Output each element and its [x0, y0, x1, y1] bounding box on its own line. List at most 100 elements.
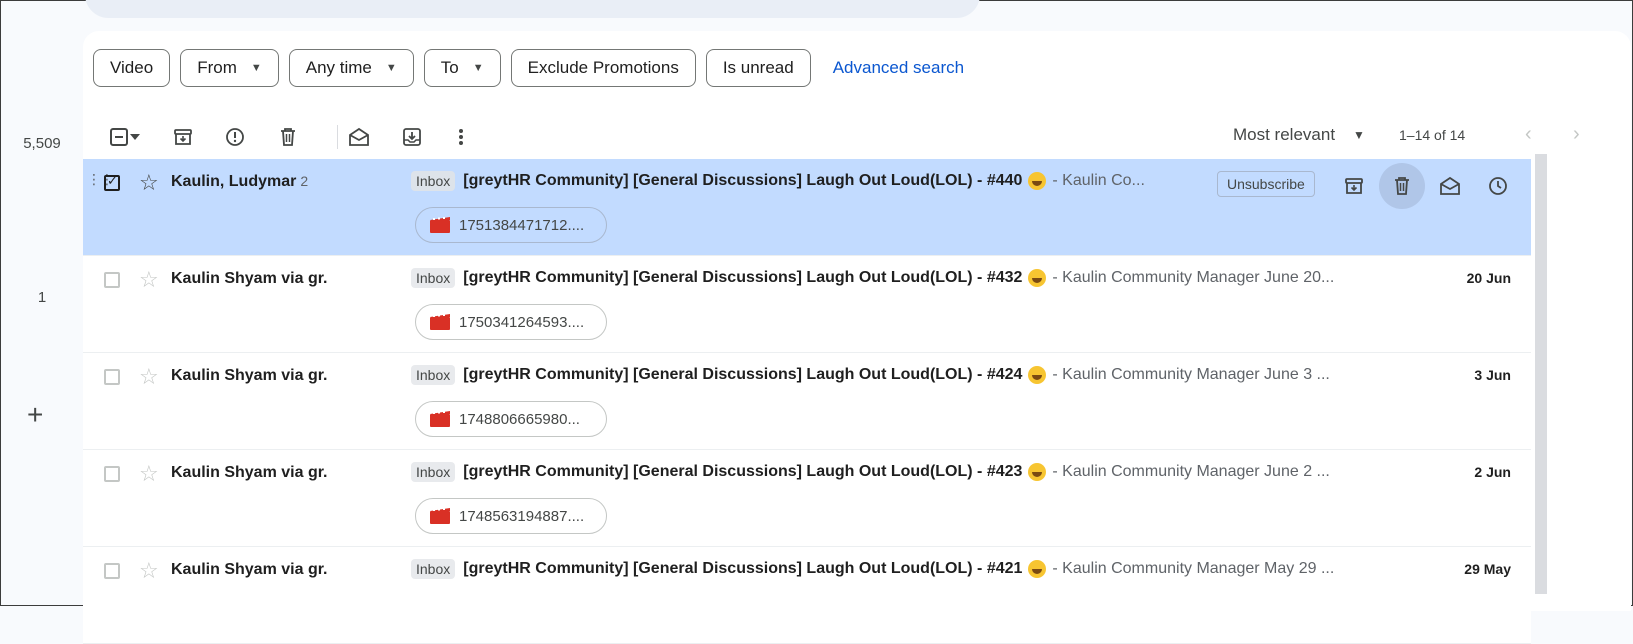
- chevron-right-icon[interactable]: ›: [1573, 123, 1580, 146]
- caret-down-icon: ▼: [250, 62, 262, 74]
- filter-chip-exclude-promotions[interactable]: Exclude Promotions: [510, 49, 696, 87]
- email-row[interactable]: ☆ Kaulin Shyam via gr. Inbox [greytHR Co…: [83, 547, 1531, 644]
- attachment-chip[interactable]: 1751384471712....: [415, 207, 607, 243]
- video-file-icon: [430, 217, 450, 233]
- left-rail: 5,509 1 +: [1, 1, 83, 607]
- sender-name: Kaulin Shyam via gr.: [171, 367, 328, 384]
- email-list: ⋮⋮ ✓ ☆ Kaulin, Ludymar 2 Inbox [greytHR C…: [83, 159, 1531, 644]
- email-snippet: - Kaulin Community Manager May 29 ...: [1052, 560, 1335, 577]
- grinning-face-emoji-icon: [1028, 463, 1047, 481]
- chevron-left-icon[interactable]: ‹: [1525, 123, 1532, 146]
- chip-label: Video: [110, 58, 154, 77]
- email-snippet: - Kaulin Community Manager June 3 ...: [1052, 366, 1330, 383]
- create-label-icon[interactable]: +: [27, 401, 43, 429]
- attachment-chip[interactable]: 1748806665980...: [415, 401, 607, 437]
- advanced-search-link[interactable]: Advanced search: [833, 58, 964, 78]
- sender-name: Kaulin, Ludymar 2: [171, 173, 308, 191]
- chip-label: To: [440, 58, 459, 77]
- pagination-range: 1–14 of 14: [1399, 127, 1466, 143]
- filter-chip-from[interactable]: From ▼: [180, 49, 279, 87]
- email-snippet: - Kaulin Community Manager June 2 ...: [1052, 463, 1330, 480]
- mark-as-read-icon[interactable]: [1427, 163, 1473, 209]
- attachment-name: 1750341264593....: [459, 313, 585, 331]
- attachment-name: 1748563194887....: [459, 507, 585, 525]
- star-icon[interactable]: ☆: [139, 170, 159, 196]
- filter-chip-to[interactable]: To ▼: [423, 49, 501, 87]
- row-checkbox[interactable]: ✓: [104, 173, 120, 191]
- email-date: 29 May: [1464, 561, 1511, 577]
- rail-count-label: 1: [37, 289, 47, 306]
- video-file-icon: [430, 411, 450, 427]
- thread-count: 2: [300, 173, 309, 189]
- sort-label: Most relevant: [1233, 125, 1336, 144]
- delete-icon[interactable]: [1379, 163, 1425, 209]
- email-row[interactable]: ⋮⋮ ✓ ☆ Kaulin, Ludymar 2 Inbox [greytHR C…: [83, 159, 1531, 256]
- delete-icon[interactable]: [268, 113, 308, 161]
- chip-label: Exclude Promotions: [527, 58, 679, 77]
- star-icon[interactable]: ☆: [139, 267, 159, 293]
- email-subject: [greytHR Community] [General Discussions…: [463, 366, 1023, 383]
- subject-line: Inbox [greytHR Community] [General Discu…: [411, 559, 1334, 579]
- attachment-name: 1748806665980...: [459, 410, 580, 428]
- chip-label: Any time: [305, 58, 372, 77]
- video-file-icon: [430, 508, 450, 524]
- sender-name: Kaulin Shyam via gr.: [171, 270, 328, 287]
- inbox-label-badge[interactable]: Inbox: [411, 559, 456, 579]
- row-checkbox[interactable]: [104, 272, 120, 288]
- chip-label: From: [197, 58, 237, 77]
- search-filter-chips: Video From ▼ Any time ▼ To ▼ Exclude Promot…: [93, 49, 964, 87]
- sender-name: Kaulin Shyam via gr.: [171, 464, 328, 481]
- attachment-chip[interactable]: 1750341264593....: [415, 304, 607, 340]
- archive-icon[interactable]: [163, 113, 203, 161]
- attachment-chip[interactable]: 1748563194887....: [415, 498, 607, 534]
- star-icon[interactable]: ☆: [139, 364, 159, 390]
- filter-chip-video[interactable]: Video: [93, 49, 171, 87]
- search-bar[interactable]: [85, 0, 980, 18]
- filter-chip-any-time[interactable]: Any time ▼: [288, 49, 414, 87]
- sort-dropdown[interactable]: Most relevant ▼: [1233, 125, 1365, 145]
- grinning-face-emoji-icon: [1028, 560, 1047, 578]
- email-date: 2 Jun: [1474, 464, 1511, 480]
- check-icon: ✓: [107, 173, 118, 188]
- email-date: 3 Jun: [1474, 367, 1511, 383]
- email-row[interactable]: ☆ Kaulin Shyam via gr. Inbox [greytHR Co…: [83, 450, 1531, 547]
- mark-as-read-icon[interactable]: [339, 113, 379, 161]
- inbox-label-badge[interactable]: Inbox: [411, 462, 456, 482]
- more-options-icon[interactable]: [441, 113, 481, 161]
- email-subject: [greytHR Community] [General Discussions…: [463, 269, 1023, 286]
- unsubscribe-button[interactable]: Unsubscribe: [1217, 171, 1315, 197]
- drag-handle-icon[interactable]: ⋮⋮: [87, 172, 114, 186]
- subject-line: Inbox [greytHR Community] [General Discu…: [411, 365, 1330, 385]
- caret-down-icon: ▼: [1353, 128, 1365, 142]
- email-date: 20 Jun: [1466, 270, 1511, 286]
- subject-line: Inbox [greytHR Community] [General Discu…: [411, 171, 1145, 191]
- email-row[interactable]: ☆ Kaulin Shyam via gr. Inbox [greytHR Co…: [83, 353, 1531, 450]
- select-menu-caret-icon[interactable]: [123, 113, 147, 161]
- row-checkbox[interactable]: [104, 369, 120, 385]
- email-subject: [greytHR Community] [General Discussions…: [463, 463, 1023, 480]
- filter-chip-is-unread[interactable]: Is unread: [705, 49, 811, 87]
- email-subject: [greytHR Community] [General Discussions…: [463, 560, 1023, 577]
- subject-line: Inbox [greytHR Community] [General Discu…: [411, 462, 1330, 482]
- list-scrollbar[interactable]: [1535, 154, 1547, 594]
- video-file-icon: [430, 314, 450, 330]
- grinning-face-emoji-icon: [1028, 366, 1047, 384]
- row-checkbox[interactable]: [104, 466, 120, 482]
- snooze-clock-icon[interactable]: [1475, 163, 1521, 209]
- star-icon[interactable]: ☆: [139, 461, 159, 487]
- list-toolbar: Most relevant ▼ 1–14 of 14 ‹ ›: [83, 113, 1631, 161]
- inbox-label-badge[interactable]: Inbox: [411, 268, 456, 288]
- email-row[interactable]: ☆ Kaulin Shyam via gr. Inbox [greytHR Co…: [83, 256, 1531, 353]
- move-to-icon[interactable]: [392, 113, 432, 161]
- inbox-label-badge[interactable]: Inbox: [411, 365, 456, 385]
- caret-down-icon: ▼: [472, 62, 484, 74]
- grinning-face-emoji-icon: [1028, 172, 1047, 190]
- chip-label: Is unread: [722, 58, 794, 77]
- report-spam-icon[interactable]: [215, 113, 255, 161]
- sender-name: Kaulin Shyam via gr.: [171, 561, 328, 578]
- row-checkbox[interactable]: [104, 563, 120, 579]
- star-icon[interactable]: ☆: [139, 558, 159, 584]
- archive-icon[interactable]: [1331, 163, 1377, 209]
- inbox-label-badge[interactable]: Inbox: [411, 171, 456, 191]
- caret-down-icon: ▼: [385, 62, 397, 74]
